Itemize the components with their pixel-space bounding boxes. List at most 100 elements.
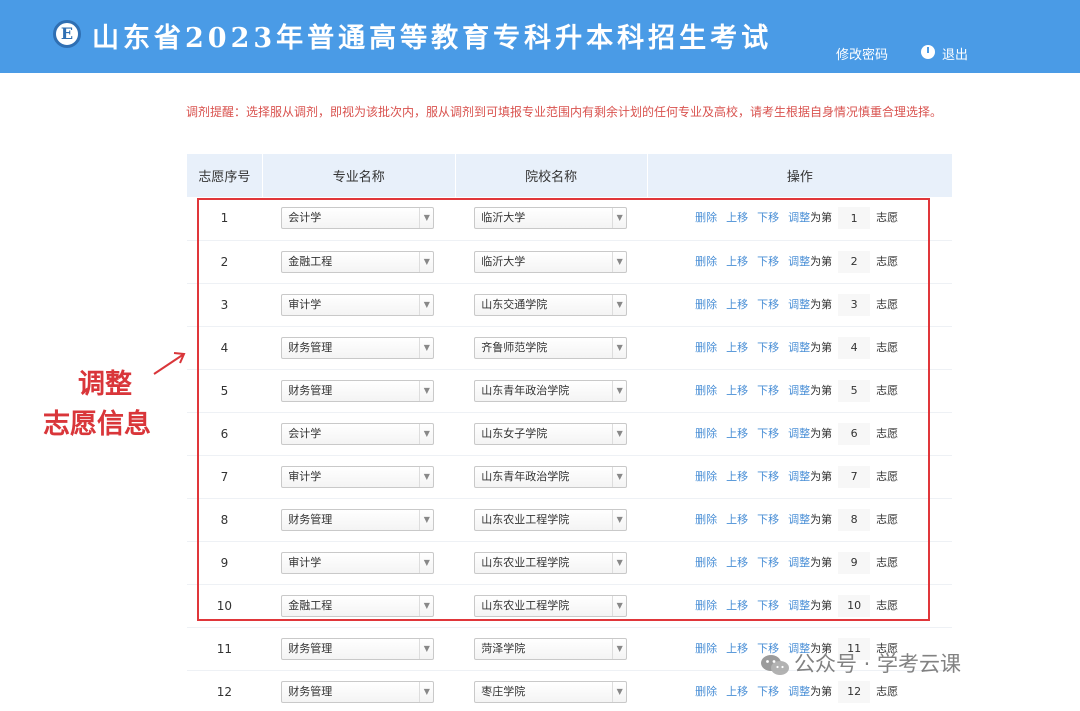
move-down-link[interactable]: 下移 xyxy=(757,298,779,311)
chevron-down-icon[interactable]: ▼ xyxy=(612,380,626,401)
move-down-link[interactable]: 下移 xyxy=(757,211,779,224)
delete-link[interactable]: 删除 xyxy=(695,427,717,440)
chevron-down-icon[interactable]: ▼ xyxy=(419,294,433,315)
delete-link[interactable]: 删除 xyxy=(695,298,717,311)
school-select[interactable]: 山东农业工程学院 ▼ xyxy=(474,551,628,574)
adjust-link[interactable]: 调整 xyxy=(788,384,810,397)
rank-input[interactable] xyxy=(838,680,871,703)
move-up-link[interactable]: 上移 xyxy=(726,556,748,569)
move-up-link[interactable]: 上移 xyxy=(726,513,748,526)
adjust-link[interactable]: 调整 xyxy=(788,341,810,354)
adjust-link[interactable]: 调整 xyxy=(788,470,810,483)
move-down-link[interactable]: 下移 xyxy=(757,255,779,268)
chevron-down-icon[interactable]: ▼ xyxy=(612,423,626,444)
chevron-down-icon[interactable]: ▼ xyxy=(612,337,626,358)
move-up-link[interactable]: 上移 xyxy=(726,298,748,311)
delete-link[interactable]: 删除 xyxy=(695,384,717,397)
major-select[interactable]: 会计学 ▼ xyxy=(281,422,435,445)
school-select[interactable]: 山东交通学院 ▼ xyxy=(474,293,628,316)
major-select[interactable]: 财务管理 ▼ xyxy=(281,379,435,402)
school-select[interactable]: 临沂大学 ▼ xyxy=(474,207,628,230)
delete-link[interactable]: 删除 xyxy=(695,255,717,268)
move-down-link[interactable]: 下移 xyxy=(757,599,779,612)
move-down-link[interactable]: 下移 xyxy=(757,556,779,569)
delete-link[interactable]: 删除 xyxy=(695,470,717,483)
move-up-link[interactable]: 上移 xyxy=(726,211,748,224)
move-down-link[interactable]: 下移 xyxy=(757,427,779,440)
major-select[interactable]: 金融工程 ▼ xyxy=(281,250,435,273)
chevron-down-icon[interactable]: ▼ xyxy=(612,552,626,573)
adjust-link[interactable]: 调整 xyxy=(788,685,810,698)
logout-link[interactable]: 退出 xyxy=(942,44,968,63)
school-select[interactable]: 山东女子学院 ▼ xyxy=(474,422,628,445)
school-select[interactable]: 菏泽学院 ▼ xyxy=(474,637,628,660)
chevron-down-icon[interactable]: ▼ xyxy=(419,681,433,702)
major-select[interactable]: 财务管理 ▼ xyxy=(281,680,435,703)
delete-link[interactable]: 删除 xyxy=(695,599,717,612)
chevron-down-icon[interactable]: ▼ xyxy=(419,380,433,401)
move-up-link[interactable]: 上移 xyxy=(726,642,748,655)
delete-link[interactable]: 删除 xyxy=(695,341,717,354)
school-select[interactable]: 山东青年政治学院 ▼ xyxy=(474,465,628,488)
adjust-link[interactable]: 调整 xyxy=(788,513,810,526)
chevron-down-icon[interactable]: ▼ xyxy=(419,595,433,616)
rank-input[interactable] xyxy=(838,422,871,445)
rank-input[interactable] xyxy=(838,293,871,316)
rank-input[interactable] xyxy=(838,508,871,531)
move-down-link[interactable]: 下移 xyxy=(757,685,779,698)
adjust-link[interactable]: 调整 xyxy=(788,298,810,311)
move-down-link[interactable]: 下移 xyxy=(757,341,779,354)
move-up-link[interactable]: 上移 xyxy=(726,427,748,440)
delete-link[interactable]: 删除 xyxy=(695,642,717,655)
rank-input[interactable] xyxy=(838,207,871,230)
chevron-down-icon[interactable]: ▼ xyxy=(419,638,433,659)
major-select[interactable]: 金融工程 ▼ xyxy=(281,594,435,617)
chevron-down-icon[interactable]: ▼ xyxy=(612,466,626,487)
adjust-link[interactable]: 调整 xyxy=(788,255,810,268)
move-up-link[interactable]: 上移 xyxy=(726,341,748,354)
chevron-down-icon[interactable]: ▼ xyxy=(419,337,433,358)
rank-input[interactable] xyxy=(838,551,871,574)
move-up-link[interactable]: 上移 xyxy=(726,685,748,698)
major-select[interactable]: 审计学 ▼ xyxy=(281,465,435,488)
delete-link[interactable]: 删除 xyxy=(695,513,717,526)
rank-input[interactable] xyxy=(838,336,871,359)
adjust-link[interactable]: 调整 xyxy=(788,599,810,612)
major-select[interactable]: 财务管理 ▼ xyxy=(281,637,435,660)
major-select[interactable]: 财务管理 ▼ xyxy=(281,336,435,359)
rank-input[interactable] xyxy=(838,250,871,273)
adjust-link[interactable]: 调整 xyxy=(788,427,810,440)
chevron-down-icon[interactable]: ▼ xyxy=(419,208,433,229)
major-select[interactable]: 审计学 ▼ xyxy=(281,293,435,316)
adjust-link[interactable]: 调整 xyxy=(788,556,810,569)
chevron-down-icon[interactable]: ▼ xyxy=(612,294,626,315)
chevron-down-icon[interactable]: ▼ xyxy=(419,466,433,487)
chevron-down-icon[interactable]: ▼ xyxy=(419,423,433,444)
move-up-link[interactable]: 上移 xyxy=(726,384,748,397)
chevron-down-icon[interactable]: ▼ xyxy=(419,251,433,272)
chevron-down-icon[interactable]: ▼ xyxy=(612,208,626,229)
major-select[interactable]: 会计学 ▼ xyxy=(281,207,435,230)
move-up-link[interactable]: 上移 xyxy=(726,599,748,612)
chevron-down-icon[interactable]: ▼ xyxy=(419,552,433,573)
power-icon[interactable] xyxy=(921,45,935,59)
rank-input[interactable] xyxy=(838,379,871,402)
school-select[interactable]: 山东农业工程学院 ▼ xyxy=(474,508,628,531)
delete-link[interactable]: 删除 xyxy=(695,556,717,569)
school-select[interactable]: 临沂大学 ▼ xyxy=(474,250,628,273)
rank-input[interactable] xyxy=(838,465,871,488)
change-password-link[interactable]: 修改密码 xyxy=(836,44,888,63)
school-select[interactable]: 山东农业工程学院 ▼ xyxy=(474,594,628,617)
major-select[interactable]: 财务管理 ▼ xyxy=(281,508,435,531)
move-down-link[interactable]: 下移 xyxy=(757,384,779,397)
adjust-link[interactable]: 调整 xyxy=(788,211,810,224)
school-select[interactable]: 山东青年政治学院 ▼ xyxy=(474,379,628,402)
chevron-down-icon[interactable]: ▼ xyxy=(612,595,626,616)
school-select[interactable]: 枣庄学院 ▼ xyxy=(474,680,628,703)
chevron-down-icon[interactable]: ▼ xyxy=(612,251,626,272)
move-up-link[interactable]: 上移 xyxy=(726,470,748,483)
move-down-link[interactable]: 下移 xyxy=(757,513,779,526)
delete-link[interactable]: 删除 xyxy=(695,211,717,224)
major-select[interactable]: 审计学 ▼ xyxy=(281,551,435,574)
delete-link[interactable]: 删除 xyxy=(695,685,717,698)
